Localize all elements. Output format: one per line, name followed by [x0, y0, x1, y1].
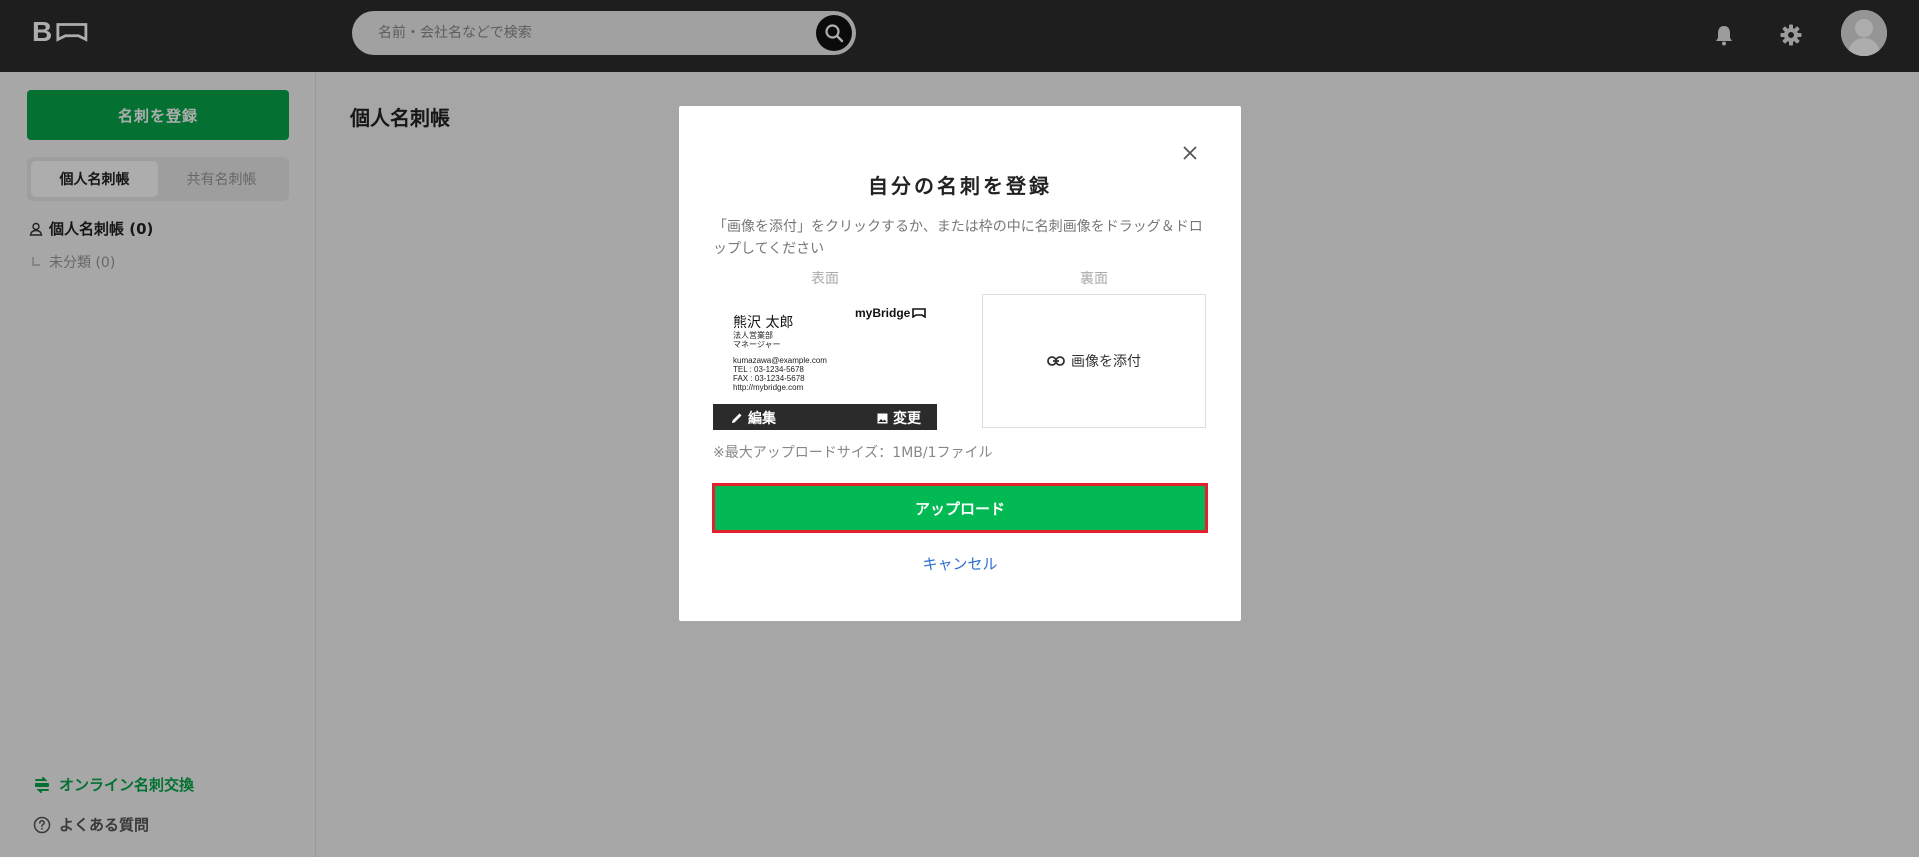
card-department: 法人営業部 — [733, 331, 773, 340]
max-size-note: ※最大アップロードサイズ：1MB/1ファイル — [713, 445, 993, 461]
front-card-preview[interactable]: 熊沢 太郎 法人営業部 マネージャー kumazawa@example.com … — [713, 294, 937, 430]
card-tel: TEL : 03-1234-5678 — [733, 365, 804, 374]
change-image-button[interactable]: 変更 — [877, 408, 921, 428]
upload-button[interactable]: アップロード — [712, 483, 1208, 533]
pencil-icon — [732, 413, 742, 423]
card-url: http://mybridge.com — [733, 383, 804, 392]
modal-overlay[interactable]: 自分の名刺を登録 「画像を添付」をクリックするか、または枠の中に名刺画像をドラッ… — [0, 0, 1919, 857]
close-button[interactable] — [1179, 142, 1201, 164]
card-email: kumazawa@example.com — [733, 356, 827, 365]
attach-image-label: 画像を添付 — [1071, 354, 1141, 370]
dialog-description: 「画像を添付」をクリックするか、または枠の中に名刺画像をドラッグ＆ドロップしてく… — [713, 219, 1203, 257]
card-role: マネージャー — [733, 340, 781, 349]
card-brand-logo: myBridge — [855, 306, 927, 320]
app-root: B 名前・会社名などで検索 名刺を登録 個人名刺帳 共有名刺帳 個人名刺帳 (0… — [0, 0, 1919, 857]
back-card-dropzone[interactable]: 画像を添付 — [982, 294, 1206, 428]
back-side-label: 裏面 — [1080, 271, 1108, 287]
card-person-name: 熊沢 太郎 — [733, 315, 794, 331]
front-side-label: 表面 — [811, 271, 839, 287]
image-icon — [877, 413, 888, 423]
change-label: 変更 — [893, 411, 921, 427]
link-icon — [1047, 356, 1065, 366]
close-icon — [1183, 146, 1197, 160]
cancel-link[interactable]: キャンセル — [679, 553, 1241, 574]
card-fax: FAX : 03-1234-5678 — [733, 374, 805, 383]
edit-label: 編集 — [748, 411, 776, 427]
edit-image-button[interactable]: 編集 — [731, 408, 776, 428]
card-brand-text: myBridge — [855, 306, 911, 320]
brand-mark-icon — [912, 308, 927, 318]
dialog-title: 自分の名刺を登録 — [868, 174, 1052, 198]
card-image-toolbar: 編集 変更 — [713, 404, 937, 430]
register-own-card-dialog: 自分の名刺を登録 「画像を添付」をクリックするか、または枠の中に名刺画像をドラッ… — [679, 106, 1241, 621]
